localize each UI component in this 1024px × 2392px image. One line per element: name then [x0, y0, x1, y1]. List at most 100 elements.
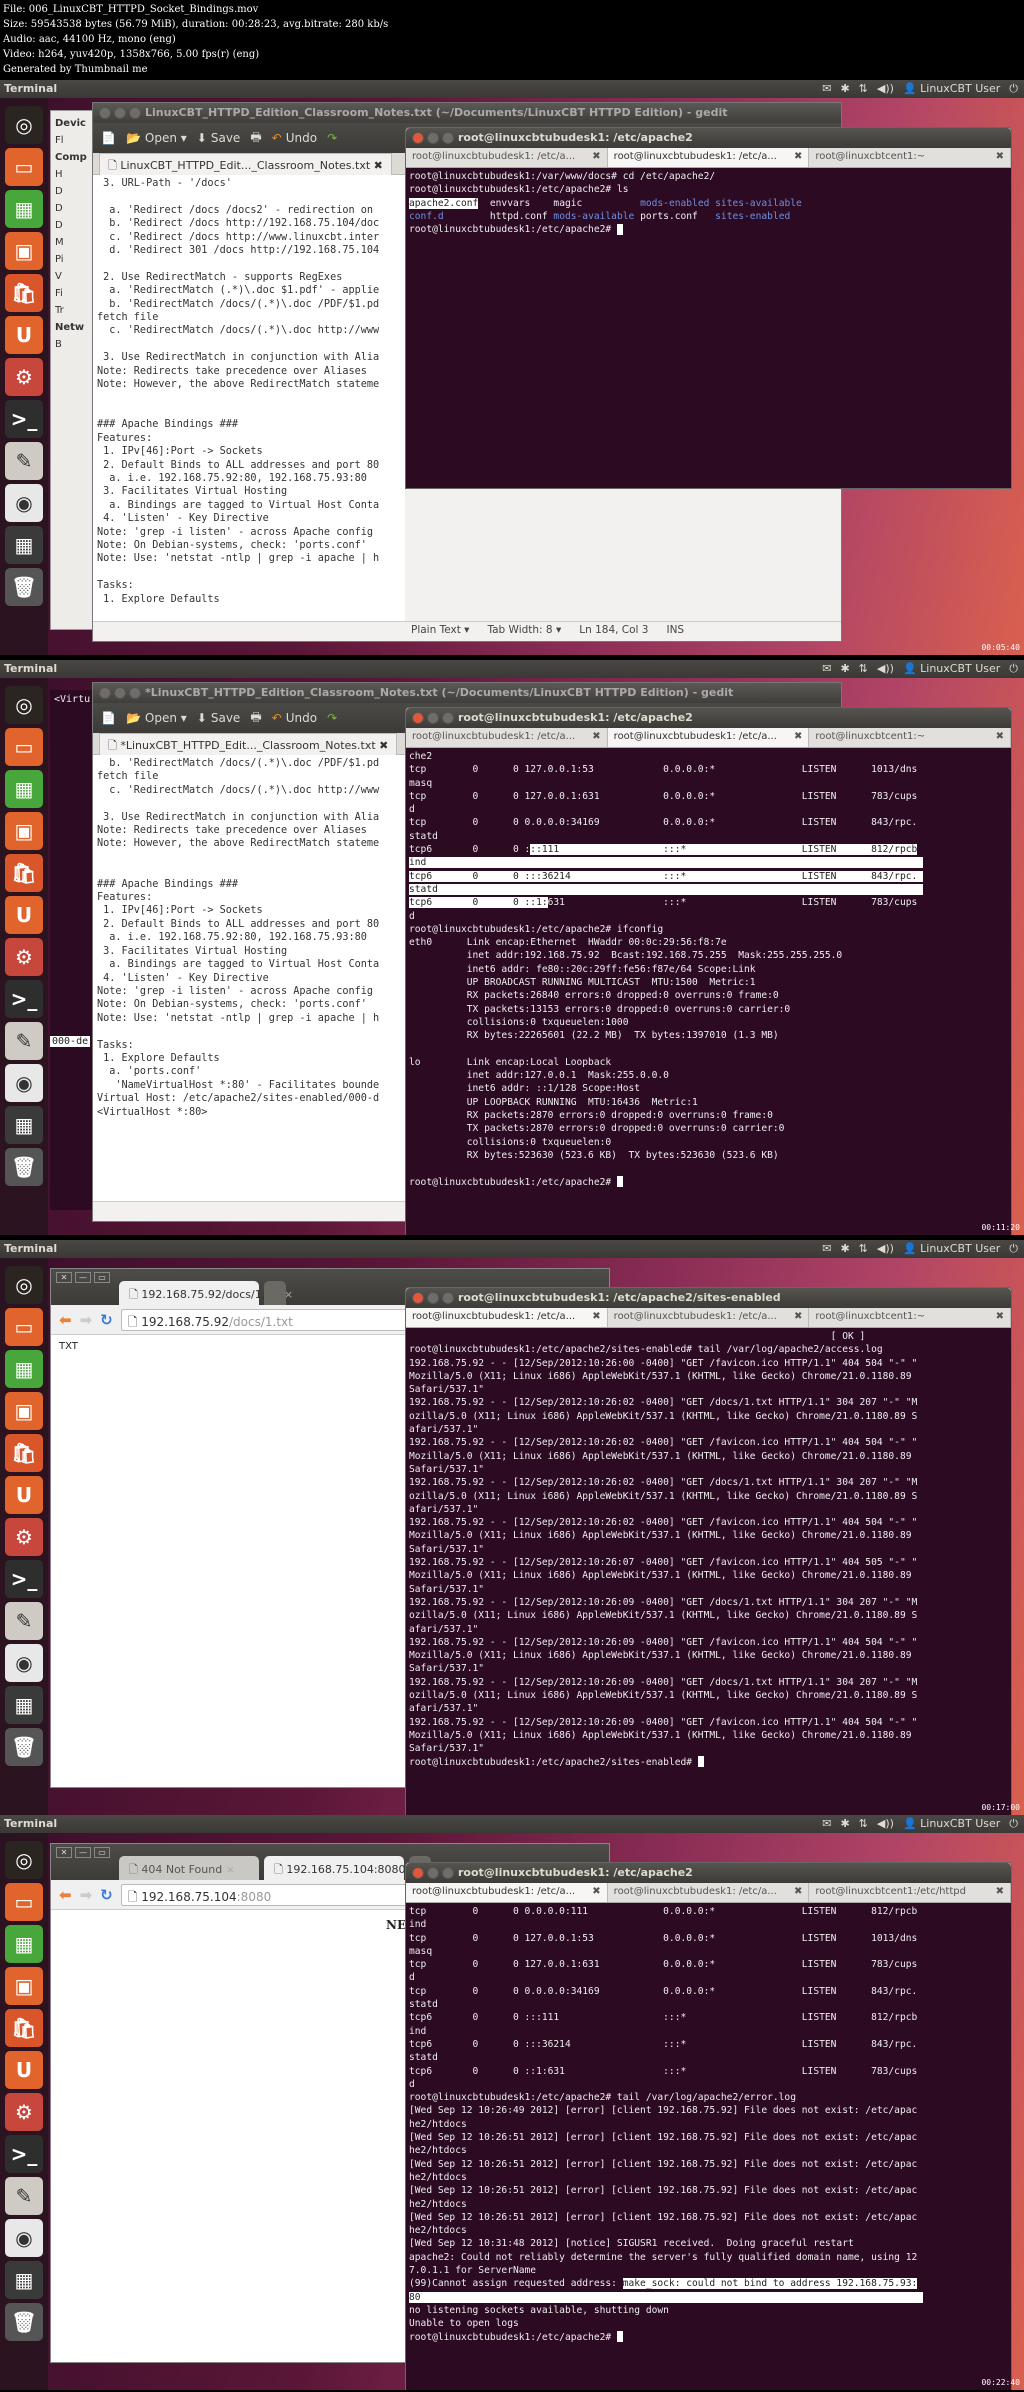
new-tab-button[interactable] — [264, 1281, 286, 1305]
launcher-terminal-icon[interactable]: >_ — [5, 400, 43, 438]
terminal-output[interactable]: che2 tcp 0 0 127.0.0.1:53 0.0.0.0:* LISTE… — [406, 748, 1011, 1235]
terminal-tab[interactable]: root@linuxcbtubudesk1: /etc/a... ✖ — [406, 1308, 608, 1327]
close-button[interactable]: ✕ — [56, 1847, 72, 1858]
close-tab-icon[interactable]: ✖ — [592, 1311, 600, 1324]
close-tab-icon[interactable]: ✖ — [794, 1311, 802, 1324]
sidebar-item[interactable]: Fl — [55, 132, 97, 149]
user-menu[interactable]: 👤 LinuxCBT User — [903, 82, 1000, 96]
document-tab[interactable]: 🗋 *LinuxCBT_HTTPD_Edit..._Classroom_Note… — [99, 733, 398, 755]
maximize-button[interactable] — [442, 1292, 454, 1304]
launcher-software-center-icon[interactable]: 🛍 — [5, 274, 43, 312]
launcher-trash-icon[interactable]: 🗑 — [5, 1148, 43, 1186]
minimize-button[interactable]: — — [75, 1272, 91, 1283]
open-button[interactable]: 📂 Open ▾ — [126, 711, 187, 725]
close-button[interactable] — [412, 1867, 424, 1879]
launcher-workspaces-icon[interactable]: ▦ — [5, 2261, 43, 2299]
open-button[interactable]: 📂 Open ▾ — [126, 131, 187, 145]
maximize-button[interactable] — [129, 107, 141, 119]
user-menu[interactable]: 👤 LinuxCBT User — [903, 1817, 1000, 1831]
minimize-button[interactable] — [427, 132, 439, 144]
sidebar-item[interactable]: Netw — [55, 319, 97, 336]
bluetooth-icon[interactable]: ✱ — [840, 1817, 849, 1831]
launcher-system-settings-icon[interactable]: ⚙ — [5, 358, 43, 396]
maximize-button[interactable] — [129, 687, 141, 699]
launcher-files-icon[interactable]: ▭ — [5, 1883, 43, 1921]
terminal-tab[interactable]: root@linuxcbtcent1:/etc/httpd ✖ — [809, 1883, 1012, 1902]
launcher-text-editor-icon[interactable]: ✎ — [5, 442, 43, 480]
launcher-ubuntu-dash-icon[interactable]: ◎ — [5, 686, 43, 724]
minimize-button[interactable]: — — [75, 1847, 91, 1858]
minimize-button[interactable] — [114, 687, 126, 699]
bluetooth-icon[interactable]: ✱ — [840, 82, 849, 96]
reload-button[interactable]: ↻ — [100, 1886, 113, 1904]
forward-button[interactable]: ➡ — [80, 1886, 93, 1904]
maximize-button[interactable]: ▭ — [94, 1847, 110, 1858]
save-button[interactable]: ⬇ Save — [197, 711, 241, 725]
bluetooth-icon[interactable]: ✱ — [840, 1242, 849, 1256]
minimize-button[interactable] — [114, 107, 126, 119]
launcher-calc-icon[interactable]: ▦ — [5, 190, 43, 228]
terminal-output[interactable]: root@linuxcbtubudesk1:/var/www/docs# cd … — [406, 168, 1011, 488]
launcher-software-center-icon[interactable]: 🛍 — [5, 2009, 43, 2047]
mail-icon[interactable]: ✉ — [822, 662, 831, 676]
launcher-ubuntu-dash-icon[interactable]: ◎ — [5, 1266, 43, 1304]
browser-tab[interactable]: 🗋 192.168.75.104:8080 × — [264, 1856, 418, 1880]
language-selector[interactable]: Plain Text ▾ — [411, 624, 469, 639]
close-tab-icon[interactable]: ✖ — [996, 151, 1004, 164]
launcher-files-icon[interactable]: ▭ — [5, 1308, 43, 1346]
network-icon[interactable]: ⇅ — [859, 662, 868, 676]
launcher-ubuntu-one-icon[interactable]: U — [5, 1476, 43, 1514]
launcher-software-center-icon[interactable]: 🛍 — [5, 854, 43, 892]
launcher-text-editor-icon[interactable]: ✎ — [5, 1602, 43, 1640]
close-button[interactable]: ✕ — [56, 1272, 72, 1283]
volume-icon[interactable]: ◀)) — [877, 1242, 894, 1256]
close-tab-icon[interactable]: ✖ — [592, 151, 600, 164]
terminal-tab[interactable]: root@linuxcbtubudesk1: /etc/a... ✖ — [608, 1308, 810, 1327]
network-icon[interactable]: ⇅ — [859, 1817, 868, 1831]
sidebar-item[interactable]: D — [55, 200, 97, 217]
launcher-text-editor-icon[interactable]: ✎ — [5, 1022, 43, 1060]
close-button[interactable] — [412, 1292, 424, 1304]
close-tab-icon[interactable]: ✖ — [996, 1311, 1004, 1324]
launcher-ubuntu-one-icon[interactable]: U — [5, 316, 43, 354]
text-editor-area[interactable]: b. 'RedirectMatch /docs/(.*)\.doc /PDF/$… — [93, 755, 405, 1201]
tab-width-selector[interactable]: Tab Width: 8 ▾ — [487, 624, 561, 639]
launcher-text-editor-icon[interactable]: ✎ — [5, 2177, 43, 2215]
save-button[interactable]: ⬇ Save — [197, 131, 241, 145]
launcher-workspaces-icon[interactable]: ▦ — [5, 526, 43, 564]
launcher-chrome-icon[interactable]: ◉ — [5, 484, 43, 522]
launcher-files-icon[interactable]: ▭ — [5, 728, 43, 766]
sidebar-item[interactable]: V — [55, 268, 97, 285]
terminal-tab[interactable]: root@linuxcbtcent1:~ ✖ — [809, 1308, 1012, 1327]
terminal-tab[interactable]: root@linuxcbtubudesk1: /etc/a... ✖ — [406, 728, 608, 747]
launcher-trash-icon[interactable]: 🗑 — [5, 1728, 43, 1766]
terminal-tab[interactable]: root@linuxcbtubudesk1: /etc/a... ✖ — [607, 148, 810, 167]
new-document-button[interactable]: 📄 — [101, 131, 116, 145]
sidebar-item[interactable]: Comp — [55, 149, 97, 166]
launcher-impress-icon[interactable]: ▣ — [5, 232, 43, 270]
maximize-button[interactable] — [442, 132, 454, 144]
close-tab-icon[interactable]: ✖ — [376, 739, 388, 752]
power-icon[interactable]: ⏻ — [1009, 1817, 1018, 1831]
sidebar-item[interactable]: Devic — [55, 115, 97, 132]
terminal-output[interactable]: tcp 0 0 0.0.0.0:111 0.0.0.0:* LISTEN 812… — [406, 1903, 1011, 2390]
close-tab-icon[interactable]: × — [222, 1863, 235, 1876]
close-tab-icon[interactable]: ✖ — [794, 151, 802, 164]
sidebar-item[interactable]: H — [55, 166, 97, 183]
close-button[interactable] — [412, 712, 424, 724]
launcher-files-icon[interactable]: ▭ — [5, 148, 43, 186]
launcher-terminal-icon[interactable]: >_ — [5, 1560, 43, 1598]
back-button[interactable]: ⬅ — [59, 1311, 72, 1329]
power-icon[interactable]: ⏻ — [1009, 662, 1018, 676]
power-icon[interactable]: ⏻ — [1009, 1242, 1018, 1256]
sidebar-item[interactable]: Tr — [55, 302, 97, 319]
launcher-chrome-icon[interactable]: ◉ — [5, 1644, 43, 1682]
launcher-workspaces-icon[interactable]: ▦ — [5, 1686, 43, 1724]
launcher-workspaces-icon[interactable]: ▦ — [5, 1106, 43, 1144]
browser-tab[interactable]: 🗋 404 Not Found × — [119, 1856, 259, 1880]
power-icon[interactable]: ⏻ — [1009, 82, 1018, 96]
launcher-chrome-icon[interactable]: ◉ — [5, 1064, 43, 1102]
redo-button[interactable]: ↷ — [327, 131, 337, 145]
maximize-button[interactable]: ▭ — [94, 1272, 110, 1283]
terminal-tab[interactable]: root@linuxcbtcent1:~ ✖ — [809, 148, 1012, 167]
